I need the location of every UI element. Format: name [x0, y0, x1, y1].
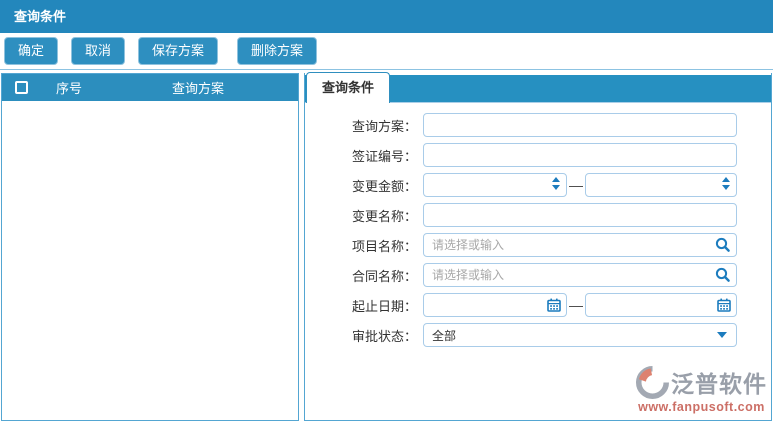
approval-status-value: 全部 [432, 328, 457, 343]
watermark-url-text: www.fanpusoft.com [638, 400, 765, 414]
range-dash: — [569, 177, 583, 193]
change-amount-label: 变更金额： [351, 178, 417, 194]
form-row-visa-number: 签证编号： [317, 143, 771, 167]
calendar-icon[interactable] [547, 298, 561, 312]
approval-status-select[interactable]: 全部 [423, 323, 737, 347]
query-plan-panel: 序号 查询方案 [1, 73, 299, 421]
form-row-change-name: 变更名称： [317, 203, 771, 227]
column-header-index: 序号 [55, 81, 82, 96]
page-title: 查询条件 [14, 9, 67, 24]
date-range-label: 起止日期： [351, 298, 417, 314]
vendor-watermark: 泛普软件 www.fanpusoft.com [636, 365, 767, 414]
select-all-checkbox[interactable] [14, 81, 28, 94]
form-row-contract-name: 合同名称： [317, 263, 771, 287]
content-area: 序号 查询方案 查询条件 查询方案： 签证编号： 变更金额： — 变更名称： 项… [0, 70, 773, 423]
query-condition-panel: 查询条件 查询方案： 签证编号： 变更金额： — 变更名称： 项目名称： 请选择… [304, 72, 772, 421]
spinner-down-icon[interactable] [722, 185, 730, 190]
range-dash: — [569, 297, 583, 313]
toolbar: 确定 取消 保存方案 删除方案 [0, 33, 773, 69]
delete-plan-button[interactable]: 删除方案 [237, 37, 318, 65]
change-amount-to-input[interactable] [585, 173, 737, 197]
window-title-bar: 查询条件 [0, 0, 773, 33]
search-icon[interactable] [715, 237, 731, 253]
query-form: 查询方案： 签证编号： 变更金额： — 变更名称： 项目名称： 请选择或输入 合… [305, 103, 771, 353]
plan-name-input[interactable] [423, 113, 737, 137]
confirm-button[interactable]: 确定 [4, 37, 59, 65]
table-body-empty [2, 101, 298, 420]
watermark-brand-text: 泛普软件 [671, 371, 767, 397]
column-header-plan: 查询方案 [171, 81, 224, 96]
plan-name-label: 查询方案： [351, 118, 417, 134]
approval-status-label: 审批状态： [351, 328, 417, 344]
save-plan-button[interactable]: 保存方案 [138, 37, 219, 65]
change-name-label: 变更名称： [351, 208, 417, 224]
project-name-label: 项目名称： [351, 238, 417, 254]
select-all-cell [2, 81, 40, 94]
form-row-plan-name: 查询方案： [317, 113, 771, 137]
form-row-project-name: 项目名称： [317, 233, 771, 257]
table-header-row: 序号 查询方案 [2, 74, 298, 101]
calendar-icon[interactable] [717, 298, 731, 312]
tab-strip: 查询条件 [305, 72, 771, 103]
spinner-down-icon[interactable] [552, 185, 560, 190]
contract-name-input[interactable] [423, 263, 737, 287]
change-name-input[interactable] [423, 203, 737, 227]
amount-from-spinner[interactable] [552, 177, 560, 190]
change-amount-from-input[interactable] [423, 173, 567, 197]
spinner-up-icon[interactable] [552, 177, 560, 182]
form-row-change-amount: 变更金额： — [317, 173, 771, 197]
contract-name-label: 合同名称： [351, 268, 417, 284]
visa-number-label: 签证编号： [351, 148, 417, 164]
fanpu-logo-icon [636, 365, 669, 399]
search-icon[interactable] [715, 267, 731, 283]
visa-number-input[interactable] [423, 143, 737, 167]
date-from-input[interactable] [423, 293, 567, 317]
form-row-approval-status: 审批状态： 全部 [317, 323, 771, 347]
amount-to-spinner[interactable] [722, 177, 730, 190]
project-name-input[interactable] [423, 233, 737, 257]
cancel-button[interactable]: 取消 [71, 37, 126, 65]
tab-query-condition[interactable]: 查询条件 [306, 72, 391, 103]
spinner-up-icon[interactable] [722, 177, 730, 182]
chevron-down-icon [717, 332, 727, 338]
date-to-input[interactable] [585, 293, 737, 317]
form-row-date-range: 起止日期： — [317, 293, 771, 317]
